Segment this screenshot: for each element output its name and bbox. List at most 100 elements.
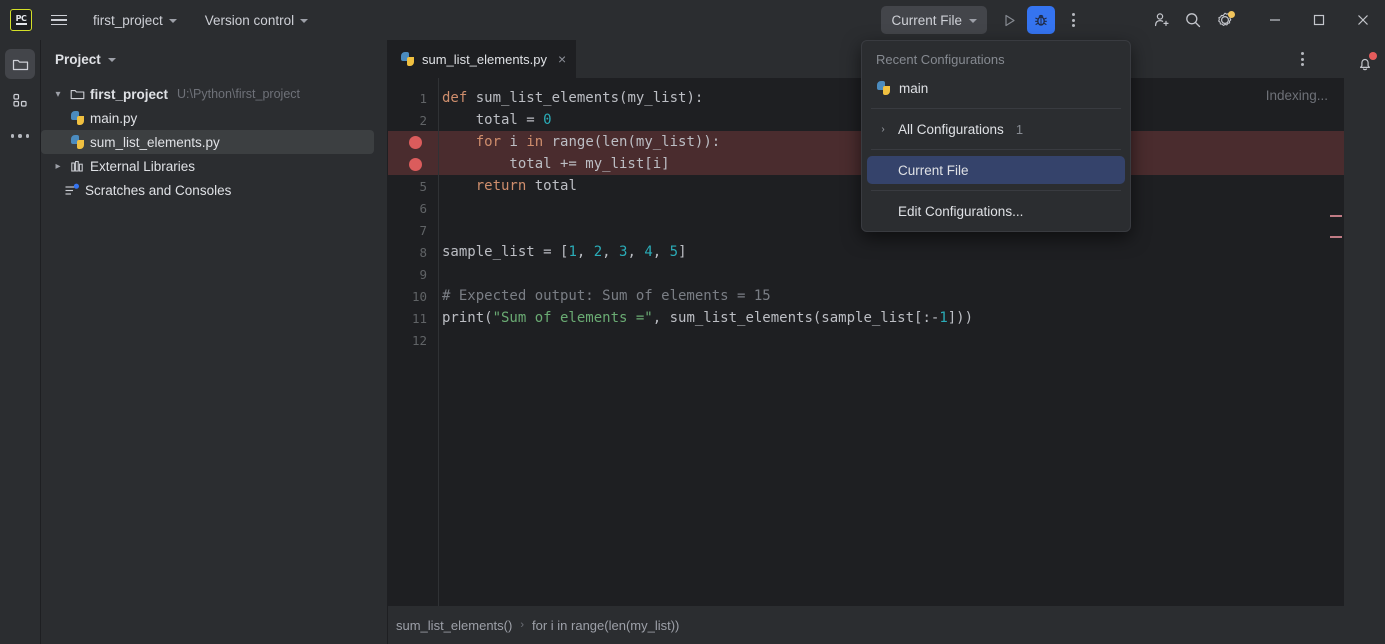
search-button[interactable] bbox=[1179, 6, 1207, 34]
editor-tab-label: sum_list_elements.py bbox=[422, 51, 547, 67]
line-number[interactable]: 6 bbox=[388, 197, 438, 219]
tree-node-label: sum_list_elements.py bbox=[90, 134, 220, 150]
debug-button[interactable] bbox=[1027, 6, 1055, 34]
python-file-icon bbox=[876, 81, 891, 96]
sidebar-item-structure[interactable] bbox=[5, 85, 35, 115]
settings-button[interactable] bbox=[1211, 6, 1239, 34]
code-line[interactable]: sample_list = [1, 2, 3, 4, 5] bbox=[439, 241, 1344, 263]
code-token: return bbox=[475, 178, 527, 194]
line-number[interactable]: 7 bbox=[388, 219, 438, 241]
breakpoint-marker[interactable] bbox=[388, 131, 438, 153]
chevron-down-icon[interactable]: ▾ bbox=[51, 89, 65, 100]
editor-options-button[interactable] bbox=[1288, 40, 1316, 78]
hamburger-menu-icon[interactable] bbox=[44, 5, 74, 35]
close-icon[interactable]: × bbox=[558, 52, 566, 66]
popup-item-current-file[interactable]: Current File bbox=[867, 156, 1125, 184]
code-line[interactable]: print("Sum of elements =", sum_list_elem… bbox=[439, 307, 1344, 329]
python-file-icon bbox=[70, 135, 85, 150]
project-panel-title: Project bbox=[55, 51, 101, 67]
breakpoint-dot-icon[interactable] bbox=[409, 135, 422, 149]
left-activity-bar bbox=[0, 40, 41, 644]
popup-item-edit-configurations[interactable]: Edit Configurations... bbox=[867, 197, 1125, 225]
run-configuration-label: Current File bbox=[891, 12, 962, 28]
popup-item-main[interactable]: main bbox=[867, 74, 1125, 102]
version-control-dropdown[interactable]: Version control bbox=[196, 7, 317, 33]
error-marker[interactable] bbox=[1330, 215, 1342, 217]
tree-node-sum-list-elements-py[interactable]: sum_list_elements.py bbox=[41, 130, 374, 154]
popup-separator bbox=[871, 149, 1121, 150]
error-marker[interactable] bbox=[1330, 236, 1342, 238]
add-user-icon bbox=[1155, 13, 1169, 27]
structure-icon bbox=[12, 93, 27, 107]
maximize-button[interactable] bbox=[1297, 0, 1341, 40]
project-folder-icon bbox=[12, 59, 28, 70]
line-number[interactable]: 5 bbox=[388, 175, 438, 197]
code-token: in bbox=[526, 134, 544, 150]
line-number[interactable]: 9 bbox=[388, 263, 438, 285]
code-token: "Sum of elements =" bbox=[492, 310, 653, 326]
run-configuration-selector[interactable]: Current File bbox=[881, 6, 987, 34]
editor-gutter[interactable]: 1 2 5 6 7 8 9 10 11 12 bbox=[388, 78, 438, 606]
breakpoint-marker[interactable] bbox=[388, 153, 438, 175]
line-number[interactable]: 8 bbox=[388, 241, 438, 263]
chevron-right-icon: › bbox=[881, 123, 885, 135]
breadcrumb-item-loop[interactable]: for i in range(len(my_list)) bbox=[532, 618, 679, 633]
python-file-icon bbox=[400, 52, 415, 67]
breadcrumb: sum_list_elements() › for i in range(len… bbox=[388, 606, 1344, 644]
close-button[interactable] bbox=[1341, 0, 1385, 40]
tree-node-first-project[interactable]: ▾ first_project U:\Python\first_project bbox=[41, 82, 387, 106]
line-number[interactable]: 12 bbox=[388, 329, 438, 351]
project-panel-header[interactable]: Project bbox=[41, 40, 387, 78]
tree-node-label: External Libraries bbox=[90, 158, 196, 174]
popup-item-label: All Configurations bbox=[898, 121, 1004, 137]
code-line[interactable] bbox=[439, 263, 1344, 285]
code-token: , bbox=[602, 244, 620, 260]
more-tool-windows-icon bbox=[10, 134, 30, 138]
tree-node-label: first_project bbox=[90, 86, 169, 102]
project-name-dropdown[interactable]: first_project bbox=[84, 7, 186, 33]
code-token: 1 bbox=[568, 244, 577, 260]
add-user-button[interactable] bbox=[1147, 6, 1175, 34]
code-line[interactable]: # Expected output: Sum of elements = 15 bbox=[439, 285, 1344, 307]
breakpoint-dot-icon[interactable] bbox=[409, 157, 422, 171]
notifications-button[interactable] bbox=[1350, 49, 1380, 79]
tree-node-label: main.py bbox=[90, 110, 138, 126]
popup-separator bbox=[871, 108, 1121, 109]
chevron-down-icon bbox=[969, 19, 977, 23]
code-token: 0 bbox=[543, 112, 552, 128]
line-number[interactable]: 1 bbox=[388, 87, 438, 109]
code-token: 2 bbox=[593, 244, 603, 260]
minimize-button[interactable] bbox=[1253, 0, 1297, 40]
code-token: , sum_list_elements(sample_list[:- bbox=[652, 310, 940, 326]
tree-node-external-libraries[interactable]: ▸ External Libraries bbox=[41, 154, 387, 178]
code-token: sum_list_elements bbox=[475, 90, 620, 106]
project-tree: ▾ first_project U:\Python\first_project … bbox=[41, 78, 387, 202]
line-number[interactable]: 11 bbox=[388, 307, 438, 329]
tree-node-scratches-and-consoles[interactable]: Scratches and Consoles bbox=[41, 178, 387, 202]
line-number[interactable]: 2 bbox=[388, 109, 438, 131]
chevron-right-icon[interactable]: ▸ bbox=[51, 161, 65, 172]
code-token: print( bbox=[442, 310, 493, 326]
line-number[interactable]: 10 bbox=[388, 285, 438, 307]
more-vertical-icon bbox=[1300, 52, 1304, 66]
code-token: i bbox=[501, 134, 527, 150]
editor-marker-strip[interactable] bbox=[1330, 78, 1344, 606]
code-token: (my_list): bbox=[619, 90, 704, 106]
run-button[interactable] bbox=[995, 6, 1023, 34]
code-line[interactable] bbox=[439, 329, 1344, 351]
tree-node-path: U:\Python\first_project bbox=[177, 87, 300, 101]
sidebar-item-more[interactable] bbox=[5, 121, 35, 151]
code-token: # Expected output: Sum of elements = 15 bbox=[442, 288, 771, 304]
tree-node-main-py[interactable]: main.py bbox=[41, 106, 387, 130]
python-file-icon bbox=[70, 111, 85, 126]
popup-item-all-configurations[interactable]: › All Configurations 1 bbox=[867, 115, 1125, 143]
sidebar-item-project[interactable] bbox=[5, 49, 35, 79]
main-toolbar: PC first_project Version control Current… bbox=[0, 0, 1385, 40]
popup-item-label: Current File bbox=[898, 162, 969, 178]
code-token: total += my_list[i] bbox=[442, 156, 670, 172]
more-actions-button[interactable] bbox=[1059, 6, 1087, 34]
code-token: 4 bbox=[644, 244, 653, 260]
editor-tab-sum-list-elements[interactable]: sum_list_elements.py × bbox=[388, 40, 577, 78]
breadcrumb-item-function[interactable]: sum_list_elements() bbox=[396, 618, 512, 633]
